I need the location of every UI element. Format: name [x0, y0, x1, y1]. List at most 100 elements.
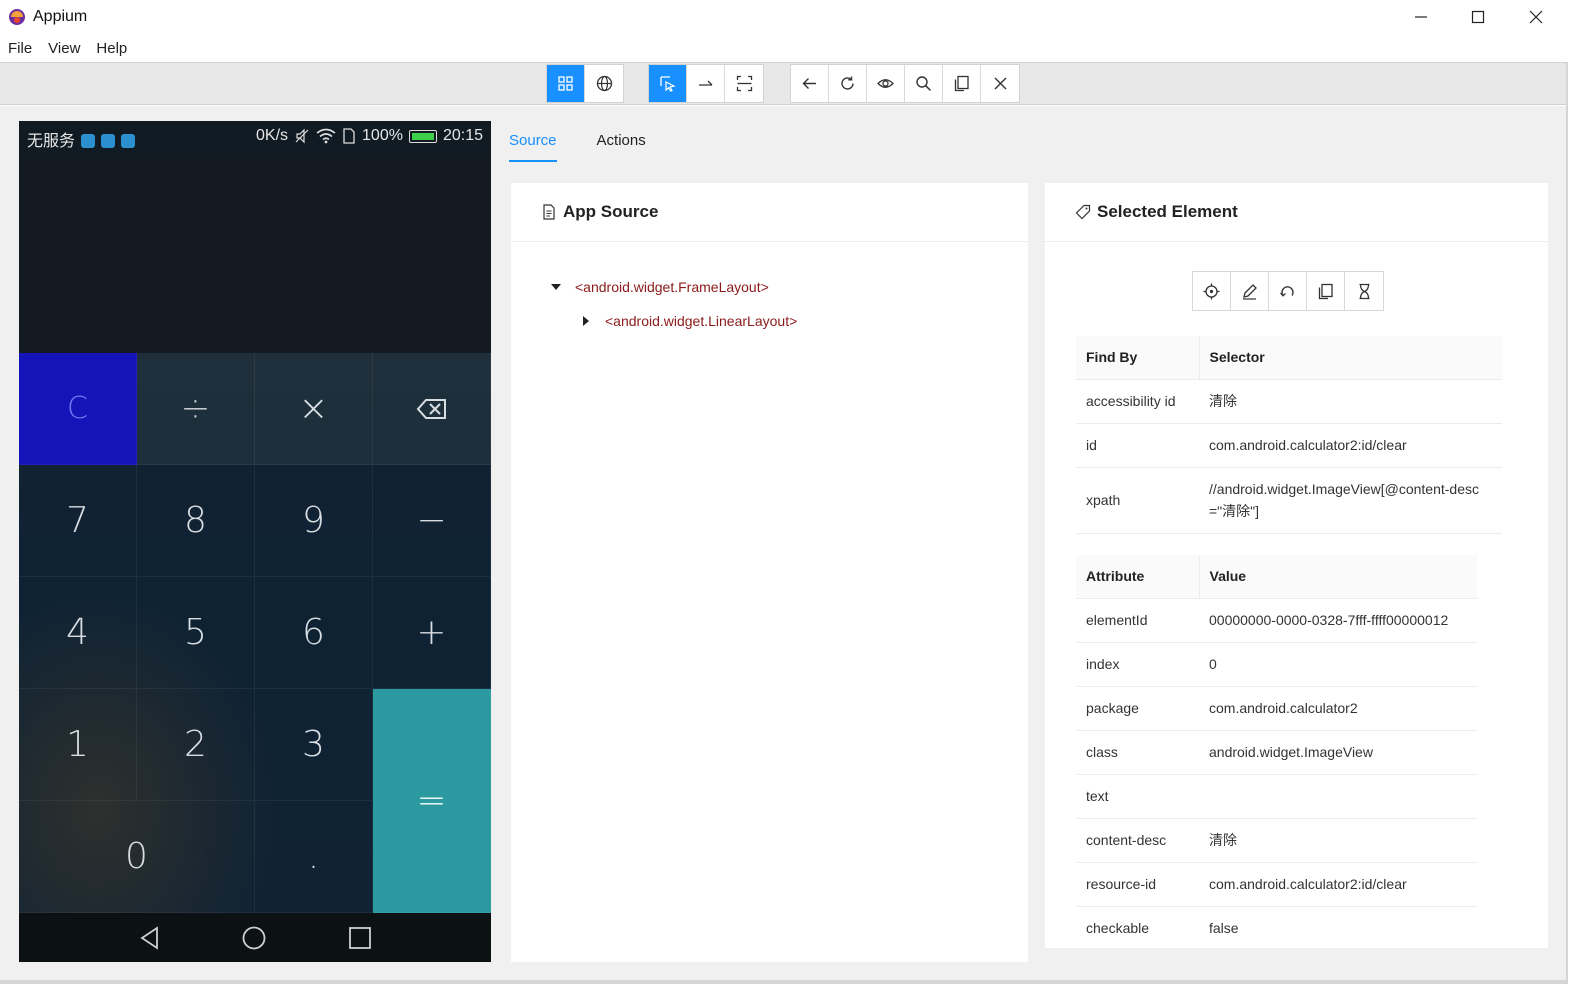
tap-by-coordinates-button[interactable]: [725, 65, 763, 102]
wifi-icon: [316, 128, 336, 144]
attribute-value: android.widget.ImageView: [1199, 730, 1477, 775]
copy-attributes-button[interactable]: [1307, 272, 1345, 310]
globe-icon: [596, 75, 612, 92]
usb-icon: [101, 134, 116, 148]
caret-right-icon[interactable]: [581, 316, 591, 326]
selector-cell[interactable]: 清除: [1199, 379, 1502, 424]
quit-session-button[interactable]: [981, 65, 1019, 102]
tab-source[interactable]: Source: [509, 128, 557, 162]
table-row: package com.android.calculator2: [1076, 686, 1477, 731]
tree-node-framelayout[interactable]: <android.widget.FrameLayout>: [551, 279, 769, 295]
pencil-icon: [1243, 283, 1257, 300]
device-nav-bar: [19, 913, 491, 962]
find-by-cell: xpath: [1076, 467, 1199, 534]
close-window-button[interactable]: [1507, 0, 1565, 34]
nav-recents-icon[interactable]: [347, 925, 373, 951]
maximize-button[interactable]: [1449, 0, 1507, 34]
value-header: Value: [1198, 555, 1477, 599]
tree-node-linearlayout[interactable]: <android.widget.LinearLayout>: [581, 313, 797, 329]
interaction-button-group: [648, 64, 764, 103]
tree-node-label[interactable]: <android.widget.FrameLayout>: [575, 279, 769, 295]
session-button-group: [790, 64, 1020, 103]
send-keys-button[interactable]: [1231, 272, 1269, 310]
key-0[interactable]: 0: [19, 801, 255, 913]
window-right-border: [1566, 62, 1568, 982]
swipe-by-coordinates-button[interactable]: [687, 65, 725, 102]
clock: 20:15: [442, 127, 483, 144]
table-row: checkable false: [1076, 906, 1477, 950]
selector-cell[interactable]: com.android.calculator2:id/clear: [1199, 423, 1502, 468]
key-divide[interactable]: ÷: [137, 353, 255, 465]
key-plus[interactable]: +: [373, 577, 491, 689]
key-3[interactable]: 3: [255, 689, 373, 801]
clear-element-button[interactable]: [1269, 272, 1307, 310]
selector-cell[interactable]: //android.widget.ImageView[@content-desc…: [1199, 467, 1502, 534]
copy-xml-source-button[interactable]: [943, 65, 981, 102]
mode-button-group: [546, 64, 624, 103]
nav-home-icon[interactable]: [241, 925, 267, 951]
carrier-label: 无服务: [27, 127, 136, 151]
key-minus[interactable]: −: [373, 465, 491, 577]
select-elements-button[interactable]: [649, 65, 687, 102]
search-elements-button[interactable]: [905, 65, 943, 102]
calculator-keypad: C ÷ × 7 8 9 − 4 5 6 + 1 2 3 = 0 .: [19, 353, 491, 913]
tag-icon: [1075, 204, 1091, 220]
scan-icon: [736, 75, 752, 92]
appium-logo-icon: [9, 9, 25, 25]
attribute-name: package: [1076, 686, 1199, 731]
web-mode-button[interactable]: [585, 65, 623, 102]
attribute-name: content-desc: [1076, 818, 1199, 863]
hourglass-icon: [1359, 283, 1369, 299]
key-dot[interactable]: .: [255, 801, 373, 913]
key-multiply[interactable]: ×: [255, 353, 373, 465]
status-right: 0K/s 100% 20:15: [256, 127, 483, 145]
app-source-title: App Source: [563, 202, 659, 221]
minimize-button[interactable]: [1392, 0, 1450, 34]
tree-node-label[interactable]: <android.widget.LinearLayout>: [605, 313, 797, 329]
get-timing-button[interactable]: [1345, 272, 1383, 310]
window-bottom-border: [0, 980, 1568, 984]
tab-actions[interactable]: Actions: [597, 128, 646, 162]
native-app-mode-button[interactable]: [547, 65, 585, 102]
caret-down-icon[interactable]: [551, 282, 561, 292]
inspector-toolbar: [0, 62, 1568, 105]
find-by-cell: accessibility id: [1076, 379, 1199, 424]
selected-element-header: Selected Element: [1045, 183, 1548, 242]
key-equals[interactable]: =: [373, 689, 491, 913]
menu-bar: File View Help: [0, 36, 135, 62]
back-button[interactable]: [791, 65, 829, 102]
copy-icon: [954, 75, 969, 92]
table-header-row: Find By Selector: [1076, 336, 1502, 380]
copy-icon: [1318, 283, 1333, 299]
menu-view[interactable]: View: [40, 36, 88, 62]
selected-element-title: Selected Element: [1097, 202, 1238, 221]
key-8[interactable]: 8: [137, 465, 255, 577]
key-1[interactable]: 1: [19, 689, 137, 801]
shield-icon: [121, 134, 136, 148]
app-source-header: App Source: [511, 183, 1028, 242]
title-bar: Appium: [0, 0, 1584, 34]
menu-help[interactable]: Help: [88, 36, 135, 62]
table-row: accessibility id 清除: [1076, 379, 1502, 424]
key-6[interactable]: 6: [255, 577, 373, 689]
inspector-tabs: Source Actions: [509, 128, 686, 162]
key-delete[interactable]: [373, 353, 491, 465]
table-row: resource-id com.android.calculator2:id/cl…: [1076, 862, 1477, 907]
key-4[interactable]: 4: [19, 577, 137, 689]
refresh-button[interactable]: [829, 65, 867, 102]
nav-back-icon[interactable]: [137, 925, 163, 951]
key-5[interactable]: 5: [137, 577, 255, 689]
key-2[interactable]: 2: [137, 689, 255, 801]
search-icon: [916, 76, 932, 92]
refresh-icon: [841, 76, 854, 90]
calculator-display[interactable]: [19, 153, 491, 353]
start-recording-button[interactable]: [867, 65, 905, 102]
crosshair-icon: [1203, 283, 1220, 299]
device-screenshot[interactable]: 无服务 0K/s 100% 20:15 C ÷ × 7 8 9 − 4 5 6 …: [19, 121, 491, 962]
select-cursor-icon: [660, 76, 676, 92]
menu-file[interactable]: File: [0, 36, 40, 62]
key-clear[interactable]: C: [19, 353, 137, 465]
key-9[interactable]: 9: [255, 465, 373, 577]
key-7[interactable]: 7: [19, 465, 137, 577]
tap-element-button[interactable]: [1193, 272, 1231, 310]
